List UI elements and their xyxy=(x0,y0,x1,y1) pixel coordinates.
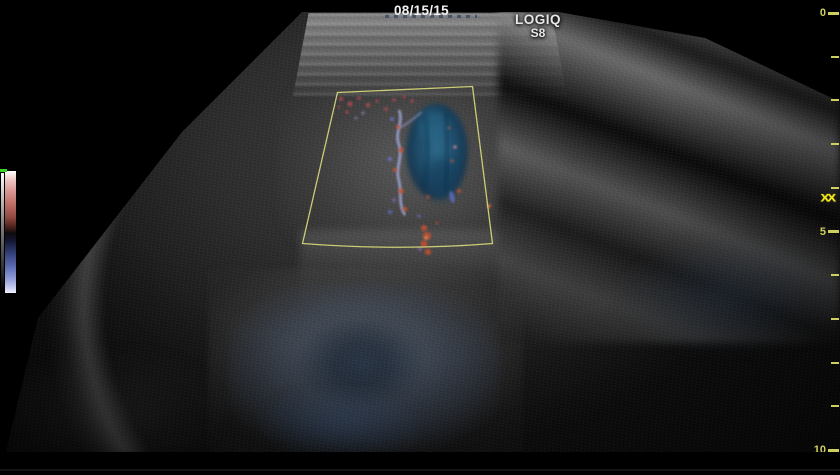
machine-logo: LOGIQ S8 xyxy=(512,12,564,40)
depth-tick-dash xyxy=(831,143,839,145)
vignette xyxy=(0,0,840,475)
depth-tick xyxy=(831,94,839,106)
depth-tick-dash xyxy=(831,405,839,407)
grayscale-bar xyxy=(1,173,4,291)
depth-tick xyxy=(831,400,839,412)
depth-tick-dash xyxy=(831,99,839,101)
depth-tick-label: 0 xyxy=(820,7,826,19)
depth-ruler: XX 0510 xyxy=(798,0,840,475)
depth-tick: 5 xyxy=(820,226,839,238)
depth-tick xyxy=(831,182,839,194)
depth-tick xyxy=(831,269,839,281)
depth-tick-dash xyxy=(828,230,839,233)
bottom-hairline xyxy=(0,469,840,471)
exam-date-label: 08/15/15 xyxy=(394,3,449,18)
depth-tick xyxy=(831,357,839,369)
depth-tick xyxy=(831,138,839,150)
machine-logo-series: S8 xyxy=(512,26,564,40)
depth-tick-dash xyxy=(831,362,839,364)
depth-tick xyxy=(831,313,839,325)
doppler-color-bar xyxy=(5,171,16,293)
depth-tick-dash xyxy=(828,12,839,15)
machine-logo-model: LOGIQ xyxy=(512,12,564,27)
depth-tick xyxy=(831,51,839,63)
depth-tick: 0 xyxy=(820,7,839,19)
color-bar-active-tick xyxy=(0,169,7,172)
depth-tick-dash xyxy=(831,274,839,276)
bottom-black-strip xyxy=(0,452,840,475)
ultrasound-image xyxy=(0,0,840,475)
depth-tick-dash xyxy=(831,318,839,320)
depth-tick-dash xyxy=(831,187,839,189)
ultrasound-screen: XX 0510 08/15/15 LOGIQ S8 xyxy=(0,0,840,475)
depth-tick-dash xyxy=(831,56,839,58)
depth-tick-label: 5 xyxy=(820,226,826,238)
